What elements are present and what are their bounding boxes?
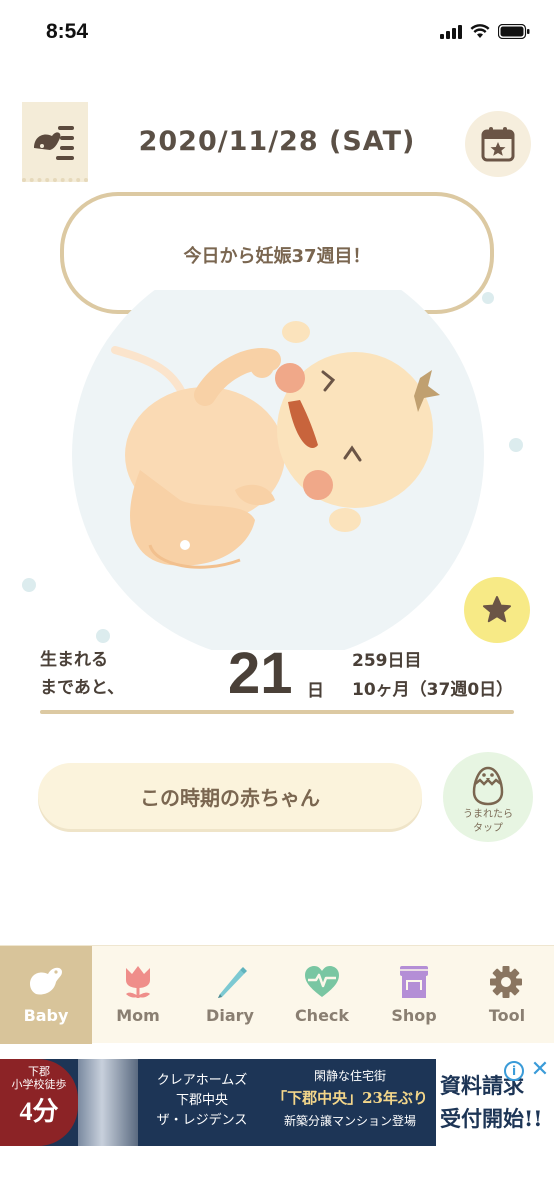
cellular-signal-icon (440, 24, 462, 39)
ad-col2-line1: 閑静な住宅街 (313, 1069, 386, 1083)
egg-chick-icon (472, 766, 504, 806)
tab-check[interactable]: Check (276, 946, 368, 1044)
ad-banner[interactable]: 下郡 小学校徒歩 4分 クレアホームズ 下郡中央 ザ・レジデンス 閑静な住宅街 … (0, 1059, 554, 1146)
ad-col2-line3: 新築分譲マンション登場 (283, 1114, 416, 1128)
tab-tool-label: Tool (488, 1006, 526, 1025)
bird-icon (30, 967, 62, 995)
born-tap-button[interactable]: うまれたら タップ (443, 752, 533, 842)
status-time: 8:54 (46, 20, 89, 43)
tab-mom-label: Mom (116, 1006, 160, 1025)
tab-tool[interactable]: Tool (460, 946, 554, 1044)
ad-badge-line1: 下郡 (28, 1065, 50, 1078)
page-title-date: 2020/11/28 (SAT) (138, 126, 416, 157)
pregnancy-day-count: 259日目 (352, 651, 422, 671)
favorite-star-button[interactable] (464, 577, 530, 643)
pregnancy-month-week: 10ヶ月（37週0日） (352, 680, 514, 700)
baby-this-period-button[interactable]: この時期の赤ちゃん (38, 763, 422, 829)
wifi-icon (470, 24, 490, 38)
ad-badge-big: 4分 (19, 1097, 59, 1126)
calendar-star-icon (481, 127, 515, 162)
tab-shop-label: Shop (391, 1006, 437, 1025)
ad-property-name: クレアホームズ 下郡中央 ザ・レジデンス (142, 1071, 262, 1131)
calendar-button[interactable] (465, 111, 531, 177)
countdown-divider (40, 710, 514, 714)
countdown-label-line2: まであと、 (40, 678, 125, 698)
status-icons (440, 24, 530, 39)
ad-description: 閑静な住宅街 「下郡中央」23年ぶり 新築分譲マンション登場 (264, 1067, 436, 1131)
born-tap-label: うまれたら タップ (443, 808, 533, 836)
ad-col1-line3: ザ・レジデンス (156, 1113, 248, 1128)
battery-icon (498, 24, 530, 39)
ad-cta-line2: 受付開始!! (440, 1106, 543, 1131)
ad-building-image (78, 1059, 138, 1146)
tab-baby-label: Baby (23, 1006, 69, 1025)
ad-info-icon[interactable]: i (504, 1061, 524, 1081)
ad-col1-line1: クレアホームズ (156, 1073, 248, 1088)
tab-diary[interactable]: Diary (184, 946, 276, 1044)
memo-list-icon (34, 126, 74, 160)
tab-diary-label: Diary (206, 1006, 254, 1025)
shop-icon (400, 966, 428, 998)
pencil-icon (218, 967, 247, 998)
tab-shop[interactable]: Shop (368, 946, 460, 1044)
bottom-tab-bar: Baby Mom Diary Check Shop Tool (0, 945, 554, 1044)
status-bar: 8:54 (0, 0, 554, 66)
tulip-icon (126, 966, 150, 998)
gear-icon (490, 966, 522, 998)
tab-check-label: Check (294, 1006, 350, 1025)
ad-col2-line2: 「下郡中央」23年ぶり (272, 1089, 428, 1107)
tab-mom[interactable]: Mom (92, 946, 184, 1044)
ad-badge-line2: 小学校徒歩 (11, 1078, 67, 1091)
ad-close-icon[interactable]: ✕ (528, 1059, 552, 1083)
bubble-message: 今日から妊娠37週目！ (183, 246, 371, 267)
born-tap-line1: うまれたら (463, 809, 513, 820)
countdown-label-line1: 生まれる (40, 650, 108, 670)
memo-list-button[interactable] (22, 102, 88, 182)
ad-badge: 下郡 小学校徒歩 4分 (0, 1059, 78, 1146)
days-left-unit: 日 (307, 681, 324, 701)
tab-baby[interactable]: Baby (0, 946, 92, 1044)
ad-col1-line2: 下郡中央 (175, 1093, 228, 1108)
countdown-label: 生まれる まであと、 (40, 646, 124, 702)
days-left-number: 21 (228, 641, 293, 706)
star-icon (483, 596, 511, 623)
heart-pulse-icon (305, 966, 339, 997)
born-tap-line2: タップ (473, 823, 503, 834)
